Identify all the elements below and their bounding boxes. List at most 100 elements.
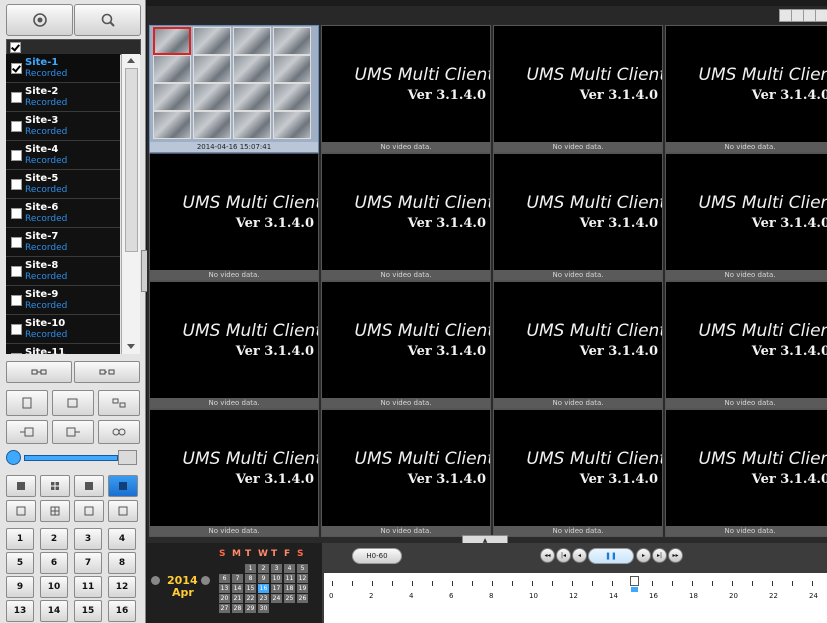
prev-month-icon[interactable] — [151, 576, 160, 585]
select-all-checkbox[interactable] — [10, 42, 21, 53]
layout-custom-1-button[interactable] — [6, 500, 36, 522]
channel-11-button[interactable]: 11 — [74, 576, 102, 598]
site-item[interactable]: Site-2 Recorded — [6, 83, 120, 112]
timeline-ruler[interactable]: 0 2 4 6 8 10 12 14 16 18 20 22 24 — [324, 573, 827, 623]
video-tile[interactable]: UMS Multi Client Ver 3.1.4.0 No video data… — [665, 409, 827, 537]
channel-12-button[interactable]: 12 — [108, 576, 136, 598]
video-tile[interactable]: UMS Multi Client Ver 3.1.4.0 No video data… — [493, 281, 663, 409]
volume-track[interactable] — [24, 455, 118, 461]
channel-13-button[interactable]: 13 — [6, 600, 34, 622]
step-forward-button[interactable]: ▸| — [652, 548, 667, 563]
calendar-day[interactable]: 8 — [245, 574, 256, 583]
video-tile[interactable]: 2014-04-16 15:07:41 — [149, 25, 319, 153]
step-back-button[interactable]: |◂ — [556, 548, 571, 563]
calendar-day[interactable]: 28 — [232, 604, 243, 613]
tool-button-2[interactable] — [52, 390, 94, 416]
calendar-day[interactable]: 5 — [297, 564, 308, 573]
site-list-scrollbar[interactable] — [121, 54, 140, 354]
video-tile[interactable]: UMS Multi Client Ver 3.1.4.0 No video data… — [149, 153, 319, 281]
video-tile[interactable]: UMS Multi Client Ver 3.1.4.0 No video data… — [321, 153, 491, 281]
calendar-day[interactable]: 9 — [258, 574, 269, 583]
camera-tab[interactable] — [6, 4, 73, 36]
channel-1-button[interactable]: 1 — [6, 528, 34, 550]
channel-9-button[interactable]: 9 — [6, 576, 34, 598]
calendar-day[interactable]: 14 — [232, 584, 243, 593]
calendar-day[interactable]: 1 — [245, 564, 256, 573]
calendar-day[interactable]: 2 — [258, 564, 269, 573]
site-item[interactable]: Site-10 Recorded — [6, 315, 120, 344]
channel-10-button[interactable]: 10 — [40, 576, 68, 598]
calendar-day[interactable]: 27 — [219, 604, 230, 613]
channel-3-button[interactable]: 3 — [74, 528, 102, 550]
calendar-day[interactable]: 24 — [271, 594, 282, 603]
calendar-day[interactable]: 30 — [258, 604, 269, 613]
tool-button-6[interactable] — [98, 420, 140, 444]
close-icon[interactable] — [815, 9, 827, 22]
forward-fast-button[interactable]: ▸▸ — [668, 548, 683, 563]
calendar-day[interactable]: 29 — [245, 604, 256, 613]
video-tile[interactable]: UMS Multi Client Ver 3.1.4.0 No video data… — [321, 409, 491, 537]
calendar-day[interactable]: 22 — [245, 594, 256, 603]
video-tile[interactable]: UMS Multi Client Ver 3.1.4.0 No video data… — [321, 281, 491, 409]
scroll-thumb[interactable] — [125, 68, 138, 252]
site-item[interactable]: Site-4 Recorded — [6, 141, 120, 170]
channel-2-button[interactable]: 2 — [40, 528, 68, 550]
channel-14-button[interactable]: 14 — [40, 600, 68, 622]
tool-button-1[interactable] — [6, 390, 48, 416]
calendar-day[interactable]: 3 — [271, 564, 282, 573]
site-checkbox[interactable] — [11, 353, 22, 354]
video-tile[interactable]: UMS Multi Client Ver 3.1.4.0 No video data… — [493, 409, 663, 537]
layout-4x4-button[interactable] — [108, 475, 138, 497]
speaker-icon[interactable] — [6, 450, 21, 465]
video-tile[interactable]: UMS Multi Client Ver 3.1.4.0 No video data… — [665, 281, 827, 409]
layout-1x1-button[interactable] — [6, 475, 36, 497]
calendar-day[interactable]: 19 — [297, 584, 308, 593]
video-tile[interactable]: UMS Multi Client Ver 3.1.4.0 No video data… — [665, 153, 827, 281]
channel-15-button[interactable]: 15 — [74, 600, 102, 622]
calendar-day[interactable]: 6 — [219, 574, 230, 583]
video-tile[interactable]: UMS Multi Client Ver 3.1.4.0 No video data… — [321, 25, 491, 153]
site-item[interactable]: Site-6 Recorded — [6, 199, 120, 228]
site-checkbox[interactable] — [11, 150, 22, 161]
calendar-day[interactable]: 20 — [219, 594, 230, 603]
pause-button[interactable]: ❚❚ — [588, 548, 634, 564]
site-item[interactable]: Site-8 Recorded — [6, 257, 120, 286]
play-button[interactable]: ▸ — [636, 548, 651, 563]
tool-button-5[interactable] — [52, 420, 94, 444]
video-tile[interactable]: UMS Multi Client Ver 3.1.4.0 No video data… — [493, 25, 663, 153]
scroll-down-icon[interactable] — [127, 344, 135, 349]
disconnect-button[interactable] — [74, 361, 140, 383]
site-item[interactable]: Site-5 Recorded — [6, 170, 120, 199]
calendar-day[interactable]: 13 — [219, 584, 230, 593]
channel-4-button[interactable]: 4 — [108, 528, 136, 550]
site-checkbox[interactable] — [11, 324, 22, 335]
layout-3x3-button[interactable] — [74, 475, 104, 497]
playhead-marker[interactable] — [630, 576, 639, 586]
layout-custom-4-button[interactable] — [108, 500, 138, 522]
site-item[interactable]: Site-11 — [6, 344, 120, 354]
calendar-day[interactable]: 16 — [258, 584, 269, 593]
layout-custom-3-button[interactable] — [74, 500, 104, 522]
calendar-day[interactable]: 18 — [284, 584, 295, 593]
site-checkbox[interactable] — [11, 266, 22, 277]
site-item[interactable]: Site-3 Recorded — [6, 112, 120, 141]
scroll-up-icon[interactable] — [127, 58, 135, 63]
calendar-day[interactable]: 4 — [284, 564, 295, 573]
site-item[interactable]: Site-9 Recorded — [6, 286, 120, 315]
channel-7-button[interactable]: 7 — [74, 552, 102, 574]
channel-8-button[interactable]: 8 — [108, 552, 136, 574]
channel-5-button[interactable]: 5 — [6, 552, 34, 574]
site-checkbox[interactable] — [11, 63, 22, 74]
site-item[interactable]: Site-1 Recorded — [6, 54, 120, 83]
rewind-button[interactable]: ◂ — [572, 548, 587, 563]
video-tile[interactable]: UMS Multi Client Ver 3.1.4.0 No video data… — [149, 281, 319, 409]
calendar-day[interactable]: 26 — [297, 594, 308, 603]
next-month-icon[interactable] — [201, 576, 210, 585]
connect-button[interactable] — [6, 361, 72, 383]
calendar-day[interactable]: 17 — [271, 584, 282, 593]
site-checkbox[interactable] — [11, 179, 22, 190]
layout-2x2-button[interactable] — [40, 475, 70, 497]
volume-thumb[interactable] — [118, 450, 137, 465]
video-tile[interactable]: UMS Multi Client Ver 3.1.4.0 No video data… — [665, 25, 827, 153]
calendar-day[interactable]: 23 — [258, 594, 269, 603]
